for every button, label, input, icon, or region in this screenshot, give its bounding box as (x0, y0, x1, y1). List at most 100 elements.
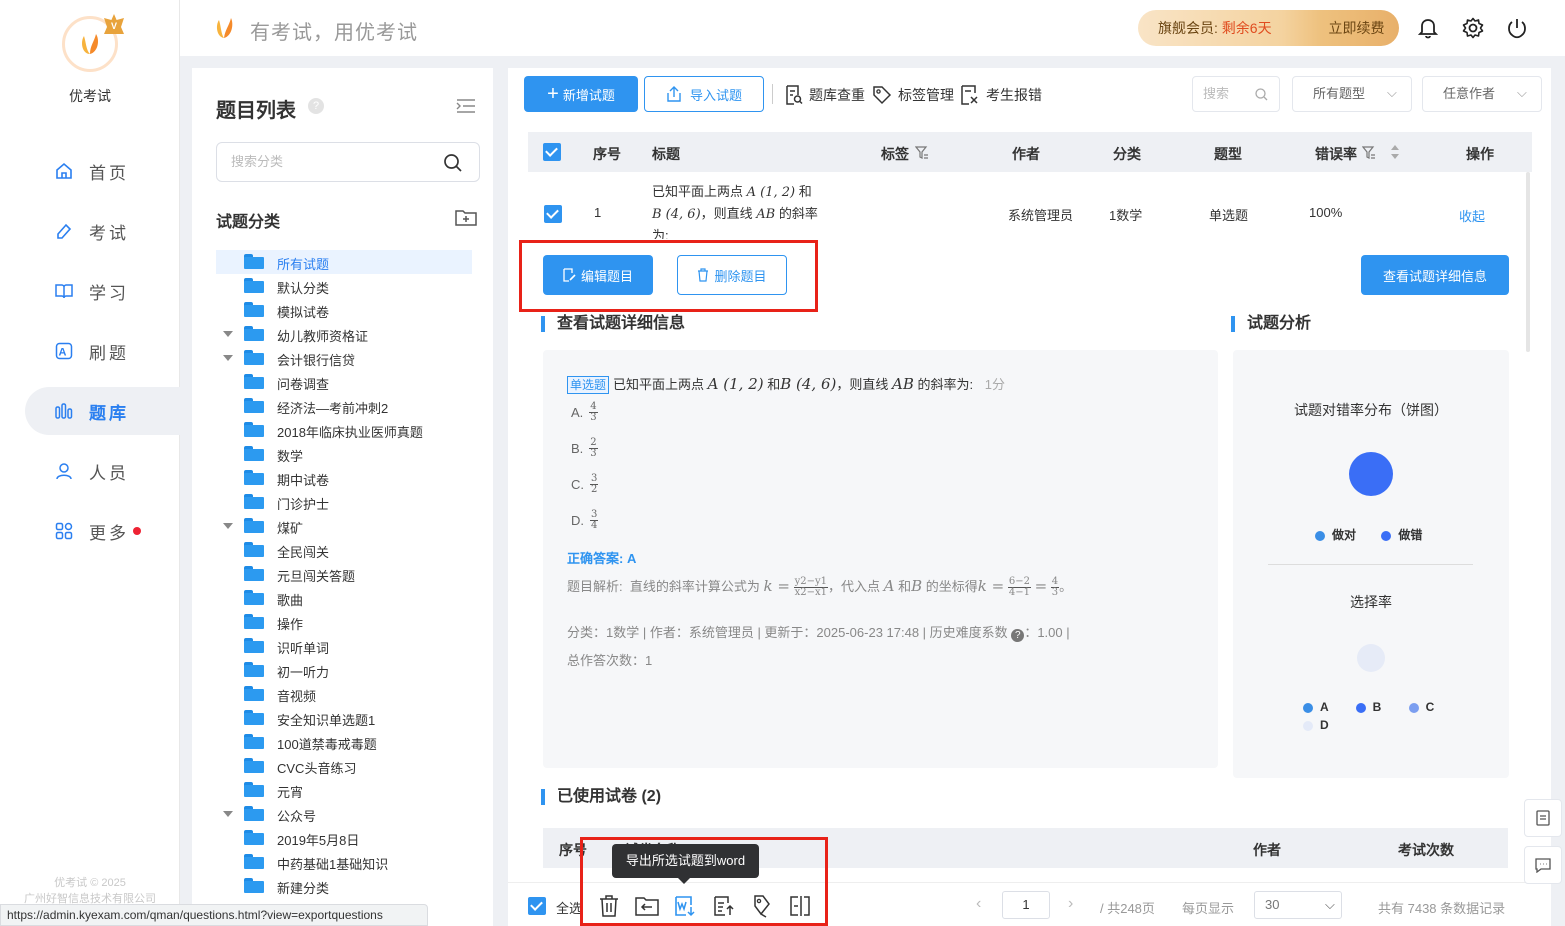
add-folder-icon[interactable] (455, 208, 477, 226)
tree-item[interactable]: 默认分类 (216, 274, 472, 298)
renew-button[interactable]: 立即续费 (1314, 18, 1399, 38)
math-k: k = (977, 577, 1005, 595)
tag-manage-link[interactable]: 标签管理 (872, 85, 954, 105)
pie-legend: 做对 做错 (1315, 526, 1422, 543)
nav-item-study[interactable]: 学习 (25, 267, 185, 315)
tree-item[interactable]: 所有试题 (216, 250, 472, 274)
analysis-text: 和 (898, 579, 912, 594)
notes-float-button[interactable] (1524, 799, 1562, 837)
tree-item[interactable]: 新建分类 (216, 874, 472, 898)
tree-item[interactable]: 2019年5月8日 (216, 826, 472, 850)
tree-item[interactable]: CVC头音练习 (216, 754, 472, 778)
gear-icon[interactable] (1462, 17, 1484, 39)
tree-item[interactable]: 会计银行信贷 (216, 346, 472, 370)
collapse-link[interactable]: 收起 (1459, 206, 1485, 225)
tree-item[interactable]: 经济法—考前冲刺2 (216, 394, 472, 418)
legend-dot (1355, 702, 1366, 713)
nav-item-practice[interactable]: A 刷题 (25, 327, 185, 375)
tree-item[interactable]: 2018年临床执业医师真题 (216, 418, 472, 442)
expand-arrow-icon[interactable] (223, 331, 233, 337)
folder-icon (244, 278, 264, 293)
vip-status: 旗舰会员: 剩余6天 (1138, 18, 1314, 38)
import-question-button[interactable]: 导入试题 (644, 76, 764, 112)
select-all-checkbox[interactable] (543, 143, 561, 161)
view-detail-button[interactable]: 查看试题详细信息 (1361, 255, 1509, 295)
tree-item[interactable]: 操作 (216, 610, 472, 634)
filter-icon[interactable] (915, 146, 929, 160)
expand-arrow-icon[interactable] (223, 523, 233, 529)
nav-item-more[interactable]: 更多 (25, 507, 185, 555)
nav-item-exam[interactable]: 考试 (25, 207, 185, 255)
tree-item[interactable]: 元宵 (216, 778, 472, 802)
tree-item[interactable]: 问卷调查 (216, 370, 472, 394)
nav-item-question-bank[interactable]: 题库 (25, 387, 185, 435)
option-letter: A. (571, 405, 584, 420)
chat-icon (1535, 858, 1551, 873)
exam-icon (57, 223, 72, 239)
author-filter-select[interactable]: 任意作者 ⌵ (1422, 76, 1542, 112)
select-all-label[interactable]: 全选 (556, 898, 582, 917)
next-page-button[interactable]: › (1068, 895, 1073, 913)
tree-item[interactable]: 元旦闯关答题 (216, 562, 472, 586)
category-search-input[interactable]: 搜索分类 (216, 142, 480, 182)
chevron-down-icon: ⌵ (1387, 85, 1397, 100)
table-scrollbar[interactable] (1526, 172, 1530, 352)
folder-icon (244, 350, 264, 365)
type-filter-select[interactable]: 所有题型 ⌵ (1292, 76, 1412, 112)
vip-crown-icon: V (104, 14, 124, 34)
add-question-button[interactable]: + 新增试题 (524, 76, 638, 112)
tree-item[interactable]: 识听单词 (216, 634, 472, 658)
type-filter-value: 所有题型 (1313, 86, 1366, 101)
collapse-menu-icon[interactable] (456, 98, 476, 114)
prev-page-button[interactable]: ‹ (976, 895, 981, 913)
question-search-input[interactable]: 搜索 (1192, 76, 1280, 112)
row-title[interactable]: 已知平面上两点 A (1, 2) 和 B (4, 6)，则直线 AB 的斜率 为… (652, 181, 852, 239)
filter-icon[interactable] (1362, 146, 1376, 160)
tree-item[interactable]: 模拟试卷 (216, 298, 472, 322)
bell-icon[interactable] (1418, 17, 1438, 39)
power-icon[interactable] (1506, 17, 1528, 39)
tree-item-label: 新建分类 (277, 881, 330, 896)
nav-item-home[interactable]: 首页 (25, 147, 185, 195)
tree-item-label: 期中试卷 (277, 473, 330, 488)
tree-item[interactable]: 初一听力 (216, 658, 472, 682)
tree-item[interactable]: 安全知识单选题1 (216, 706, 472, 730)
page-input[interactable]: 1 (1002, 891, 1050, 919)
folder-icon (244, 878, 264, 893)
legend-item-d: D (1303, 718, 1329, 732)
math-line-ab: AB (756, 207, 776, 222)
help-icon[interactable]: ? (1011, 629, 1025, 642)
chat-float-button[interactable] (1524, 846, 1562, 884)
correct-answer: 正确答案: A (567, 548, 636, 567)
tree-item[interactable]: 100道禁毒戒毒题 (216, 730, 472, 754)
tree-item[interactable]: 歌曲 (216, 586, 472, 610)
help-icon[interactable]: ? (308, 98, 324, 114)
per-page-select[interactable]: 30 ⌵ (1254, 891, 1342, 919)
nav-item-people[interactable]: 人员 (25, 447, 185, 495)
tree-item[interactable]: 期中试卷 (216, 466, 472, 490)
search-icon[interactable] (443, 153, 463, 173)
sort-icon[interactable] (1390, 144, 1400, 160)
expand-arrow-icon[interactable] (223, 355, 233, 361)
row-checkbox[interactable] (544, 205, 562, 223)
vip-banner: 旗舰会员: 剩余6天 立即续费 (1138, 10, 1399, 46)
legend-label: D (1320, 718, 1329, 732)
legend-label: C (1425, 700, 1435, 714)
tree-item-label: 经济法—考前冲刺2 (277, 401, 389, 416)
select-all-checkbox[interactable] (528, 897, 546, 915)
tree-item[interactable]: 中药基础1基础知识 (216, 850, 472, 874)
math-point-b: B (4, 6) (780, 375, 837, 393)
dedupe-link[interactable]: 题库查重 (785, 85, 865, 105)
tree-item[interactable]: 全民闯关 (216, 538, 472, 562)
report-link[interactable]: 考生报错 (960, 85, 1042, 105)
tree-item[interactable]: 幼儿教师资格证 (216, 322, 472, 346)
tree-item[interactable]: 公众号 (216, 802, 472, 826)
add-question-label: 新增试题 (562, 87, 615, 103)
legend-label: A (1320, 700, 1329, 714)
expand-arrow-icon[interactable] (223, 811, 233, 817)
tree-item[interactable]: 数学 (216, 442, 472, 466)
tree-item[interactable]: 煤矿 (216, 514, 472, 538)
tree-item[interactable]: 音视频 (216, 682, 472, 706)
tree-item[interactable]: 门诊护士 (216, 490, 472, 514)
search-icon (1255, 88, 1268, 101)
